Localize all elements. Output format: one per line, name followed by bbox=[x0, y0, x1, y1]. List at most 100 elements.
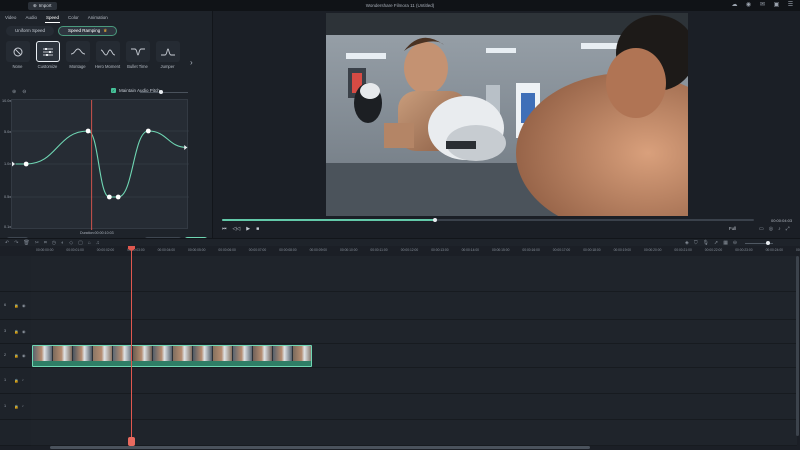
menu-icon[interactable]: ☰ bbox=[787, 2, 794, 9]
tab-video[interactable]: Video bbox=[4, 14, 17, 23]
curve-control-point[interactable] bbox=[106, 194, 112, 200]
ruler-tick-label: 00:00:05:00 bbox=[188, 248, 206, 252]
play-icon[interactable]: ▶ bbox=[246, 226, 250, 232]
ruler-tick-label: 00:00:11:00 bbox=[370, 248, 388, 252]
ruler-tick-label: 00:00:10:00 bbox=[340, 248, 358, 252]
clip-frame-thumbnail bbox=[153, 346, 173, 361]
track-header: 1 🔒 ♪ bbox=[0, 394, 31, 420]
playback-controls: ⏮ ◁◁ ▶ ■ bbox=[222, 226, 259, 232]
pitch-slider-track[interactable] bbox=[140, 92, 188, 93]
preset-bullet-time[interactable]: Bullet Time bbox=[124, 41, 151, 78]
subtab-speed-ramping-label: Speed Ramping bbox=[68, 28, 101, 33]
lock-icon[interactable]: 🔒 bbox=[14, 378, 19, 383]
preset-customize[interactable]: Customize bbox=[34, 41, 61, 78]
lock-icon[interactable]: 🔒 bbox=[14, 329, 19, 334]
clip-frame-thumbnail bbox=[93, 346, 113, 361]
subtab-speed-ramping[interactable]: Speed Ramping ♛ bbox=[58, 26, 118, 36]
preset-none[interactable]: None bbox=[4, 41, 31, 78]
speed-presets: None Customize Montage Hero Moment Bulle… bbox=[4, 41, 181, 78]
graph-tools: ⊕ ⊖ bbox=[12, 89, 26, 95]
fullscreen-icon[interactable]: ⤢ bbox=[786, 226, 790, 232]
preview-timecode: 00:00:04:03 bbox=[771, 218, 793, 223]
ruler-tick-label: 00:00:25:00 bbox=[796, 248, 800, 252]
track-header: 6 🔒 ◉ bbox=[0, 292, 31, 320]
account-icon[interactable]: ◉ bbox=[745, 2, 752, 9]
window-title: Wondershare Filmora 11 (Untitled) bbox=[365, 3, 435, 8]
clip-frame-thumbnail bbox=[293, 346, 311, 361]
preset-jumper[interactable]: Jumper bbox=[154, 41, 181, 78]
delete-point-icon[interactable]: ⊖ bbox=[22, 89, 26, 95]
ruler-tick-label: 00:00:13:00 bbox=[431, 248, 449, 252]
monitor-icon[interactable]: ▭ bbox=[759, 226, 764, 232]
step-back-icon[interactable]: ⏮ bbox=[222, 226, 227, 232]
preview-panel: 00:00:04:03 ⏮ ◁◁ ▶ ■ Full ▭ ◎ ♪ ⤢ bbox=[214, 11, 800, 238]
timeline-vertical-scrollbar[interactable] bbox=[796, 256, 799, 436]
maintain-pitch-checkbox[interactable]: ✓ bbox=[111, 88, 116, 93]
lock-icon[interactable]: 🔒 bbox=[14, 303, 19, 308]
curve-montage-icon bbox=[65, 41, 90, 62]
preset-montage[interactable]: Montage bbox=[64, 41, 91, 78]
graph-y-label: 0.5x bbox=[4, 195, 12, 199]
clip-frame-thumbnail bbox=[253, 346, 273, 361]
app-window: ⊕ Import Wondershare Filmora 11 (Untitle… bbox=[0, 0, 800, 450]
eye-icon[interactable]: ◉ bbox=[22, 353, 25, 358]
cloud-icon[interactable]: ☁ bbox=[731, 2, 738, 9]
ruler-tick-label: 00:00:09:00 bbox=[309, 248, 328, 252]
preset-label: Bullet Time bbox=[127, 64, 148, 69]
track-row-audio[interactable] bbox=[31, 394, 797, 420]
track-row[interactable] bbox=[31, 292, 797, 320]
premium-crown-icon: ♛ bbox=[103, 28, 108, 33]
preset-label: Customize bbox=[37, 64, 58, 69]
video-clip[interactable] bbox=[32, 345, 312, 367]
curve-control-point[interactable] bbox=[145, 128, 151, 134]
track-header: 2 🔒 ◉ bbox=[0, 344, 31, 368]
track-header: 1 🔒 ♪ bbox=[0, 368, 31, 394]
lock-icon[interactable]: 🔒 bbox=[14, 404, 19, 409]
speaker-icon[interactable]: ♪ bbox=[22, 404, 24, 408]
add-point-icon[interactable]: ⊕ bbox=[12, 89, 16, 95]
subtab-uniform-speed[interactable]: Uniform Speed bbox=[6, 26, 55, 36]
preset-hero-moment[interactable]: Hero Moment bbox=[94, 41, 121, 78]
lock-icon[interactable]: 🔒 bbox=[14, 353, 19, 358]
timeline-horizontal-scrollbar[interactable] bbox=[50, 446, 590, 449]
graph-y-label: 1.0x bbox=[4, 162, 12, 166]
curve-start-arrow bbox=[12, 161, 15, 167]
frame-back-icon[interactable]: ◁◁ bbox=[233, 226, 241, 232]
ruler-tick-label: 00:00:24:00 bbox=[765, 248, 784, 252]
eye-icon[interactable]: ◉ bbox=[22, 303, 25, 308]
speaker-icon[interactable]: ♪ bbox=[22, 378, 24, 382]
ruler-tick-label: 00:00:08:00 bbox=[279, 248, 297, 252]
zoom-slider-handle[interactable] bbox=[766, 241, 770, 245]
stop-icon[interactable]: ■ bbox=[256, 226, 259, 232]
curve-end-arrow bbox=[184, 145, 188, 150]
volume-icon[interactable]: ♪ bbox=[778, 226, 781, 232]
track-number: 6 bbox=[4, 303, 7, 307]
snapshot-icon[interactable]: ◎ bbox=[769, 226, 773, 232]
graph-y-label: 10.0x bbox=[2, 99, 12, 103]
feedback-icon[interactable]: ✉ bbox=[759, 2, 766, 9]
eye-icon[interactable]: ◉ bbox=[22, 329, 25, 334]
timeline-playhead[interactable] bbox=[131, 248, 132, 445]
track-row-audio[interactable] bbox=[31, 368, 797, 394]
playback-scrubber-handle[interactable] bbox=[432, 218, 437, 222]
tab-audio[interactable]: Audio bbox=[24, 14, 38, 23]
chevron-right-icon[interactable]: › bbox=[190, 58, 193, 67]
curve-control-point[interactable] bbox=[23, 161, 29, 167]
playhead-handle[interactable] bbox=[128, 437, 135, 446]
preset-label: Jumper bbox=[160, 64, 175, 69]
playback-progress-bar[interactable] bbox=[222, 218, 754, 222]
timeline-ruler[interactable]: 00:00:00:00 00:00:01:00 00:00:02:00 00:00:0… bbox=[0, 246, 800, 256]
layout-icon[interactable]: ▣ bbox=[773, 2, 780, 9]
tab-animation[interactable]: Animation bbox=[87, 14, 109, 23]
track-row[interactable] bbox=[31, 320, 797, 344]
tab-color[interactable]: Color bbox=[67, 14, 80, 23]
tab-speed[interactable]: Speed bbox=[44, 14, 60, 23]
pitch-slider-handle[interactable] bbox=[159, 90, 164, 94]
preview-quality-select[interactable]: Full bbox=[729, 226, 736, 231]
curve-control-point[interactable] bbox=[85, 128, 91, 134]
speed-curve-graph[interactable] bbox=[11, 99, 189, 230]
speed-curve-canvas[interactable] bbox=[12, 100, 189, 230]
ruler-tick-label: 00:00:01:00 bbox=[66, 248, 84, 252]
curve-control-point[interactable] bbox=[115, 194, 121, 200]
preset-label: Montage bbox=[69, 64, 86, 69]
